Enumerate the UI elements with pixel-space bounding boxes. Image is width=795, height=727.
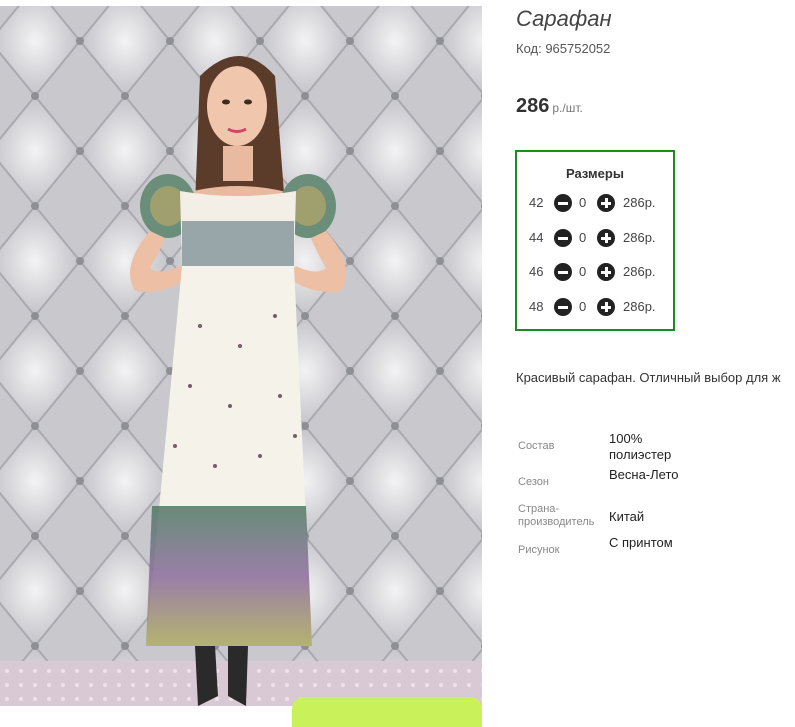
- product-price: 286 р./шт.: [516, 95, 583, 118]
- add-to-cart-button[interactable]: [292, 697, 482, 727]
- plus-circle-icon[interactable]: [597, 263, 615, 281]
- size-price: 286р.: [623, 299, 656, 314]
- size-quantity: 0: [579, 230, 587, 245]
- price-value: 286: [516, 95, 550, 117]
- product-description: Красивый сарафан. Отличный выбор для ж: [516, 370, 781, 385]
- plus-circle-icon[interactable]: [597, 229, 615, 247]
- sizes-panel: Размеры 42 0 286р. 44 0 286р. 46 0 286р.…: [515, 150, 675, 331]
- plus-circle-icon[interactable]: [597, 298, 615, 316]
- price-unit: р./шт.: [552, 101, 583, 115]
- attribute-label: Рисунок: [518, 544, 560, 556]
- size-label: 44: [529, 230, 544, 245]
- minus-circle-icon[interactable]: [554, 298, 572, 316]
- minus-circle-icon[interactable]: [554, 229, 572, 247]
- product-code: Код: 965752052: [516, 41, 611, 56]
- product-photo[interactable]: [0, 6, 482, 706]
- size-label: 42: [529, 195, 544, 210]
- attribute-label: Сезон: [518, 476, 549, 488]
- product-title: Сарафан: [516, 6, 612, 31]
- size-label: 48: [529, 299, 544, 314]
- product-photo-illustration: [0, 6, 482, 706]
- attribute-value: Весна-Лето: [609, 467, 679, 482]
- size-label: 46: [529, 264, 544, 279]
- attribute-label: Состав: [518, 440, 555, 452]
- size-row: 48 0 286р.: [517, 297, 673, 317]
- size-quantity: 0: [579, 299, 587, 314]
- size-row: 46 0 286р.: [517, 262, 673, 282]
- size-row: 42 0 286р.: [517, 193, 673, 213]
- size-price: 286р.: [623, 264, 656, 279]
- size-quantity: 0: [579, 195, 587, 210]
- minus-circle-icon[interactable]: [554, 194, 572, 212]
- attribute-value: Китай: [609, 509, 645, 524]
- minus-circle-icon[interactable]: [554, 263, 572, 281]
- attribute-label: Страна-производитель: [518, 503, 595, 528]
- size-quantity: 0: [579, 264, 587, 279]
- size-price: 286р.: [623, 195, 656, 210]
- attribute-value: 100% полиэстер: [609, 431, 672, 462]
- size-price: 286р.: [623, 230, 656, 245]
- attribute-value: С принтом: [609, 535, 673, 550]
- sizes-title: Размеры: [566, 166, 624, 181]
- plus-circle-icon[interactable]: [597, 194, 615, 212]
- size-row: 44 0 286р.: [517, 228, 673, 248]
